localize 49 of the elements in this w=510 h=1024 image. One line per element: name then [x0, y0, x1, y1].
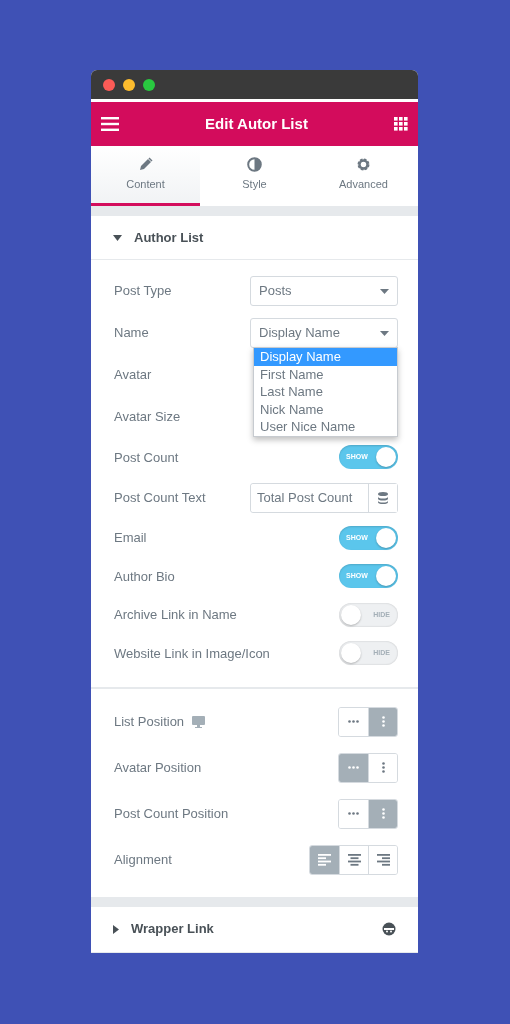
section-title[interactable]: Wrapper Link	[131, 919, 214, 939]
caret-down-icon	[380, 330, 389, 336]
select-field[interactable]: Posts	[250, 276, 398, 306]
caret-down-icon[interactable]	[113, 234, 122, 241]
panel-title: Edit Autor List	[205, 113, 308, 134]
field-label: Post Count Position	[114, 804, 229, 823]
dropdown-option[interactable]: Last Name	[254, 383, 397, 401]
field-label: Avatar Size	[114, 408, 181, 427]
dots-vertical-icon	[381, 762, 385, 773]
database-icon[interactable]	[378, 491, 388, 504]
dots-horizontal-icon	[348, 766, 359, 769]
dots-horizontal-icon	[348, 812, 359, 815]
select-field[interactable]: Display Name	[250, 318, 398, 348]
section-title[interactable]: Author List	[134, 227, 204, 248]
field-label: Archive Link in Name	[114, 606, 237, 624]
field-label: Website Link in Image/Icon	[114, 644, 270, 663]
field-label: Author Bio	[114, 567, 175, 586]
field-label: List Position	[114, 712, 185, 731]
window-control-button[interactable]	[103, 78, 115, 91]
dropdown-option[interactable]: First Name	[254, 365, 397, 383]
contrast-icon	[247, 156, 262, 172]
field-label: Post Count	[114, 448, 179, 467]
choice-button[interactable]	[368, 845, 397, 874]
dropdown-option[interactable]: Nick Name	[254, 400, 397, 418]
dots-vertical-icon	[381, 808, 385, 819]
dropdown-option[interactable]: User Nice Name	[254, 418, 397, 436]
caret-right-icon[interactable]	[113, 924, 119, 934]
field-label: Post Type	[114, 282, 172, 301]
field-label: Post Count Text	[114, 488, 206, 507]
caret-down-icon	[380, 288, 389, 294]
dots-vertical-icon	[381, 716, 385, 727]
text-field[interactable]: Total Post Count	[250, 482, 398, 513]
grid-icon[interactable]	[394, 117, 408, 131]
dropdown-option[interactable]: Display Name	[254, 348, 397, 366]
field-label: Alignment	[114, 850, 172, 869]
align-left-icon	[318, 853, 331, 866]
window-control-button[interactable]	[123, 78, 135, 91]
field-label: Avatar	[114, 366, 152, 385]
field-label: Name	[114, 324, 149, 343]
gear-icon	[356, 156, 371, 172]
menu-icon[interactable]	[101, 117, 119, 131]
dots-horizontal-icon	[348, 720, 359, 723]
window-control-button[interactable]	[143, 78, 155, 91]
align-center-icon	[347, 853, 361, 866]
pencil-icon	[138, 156, 153, 172]
align-right-icon	[376, 853, 390, 866]
field-label: Email	[114, 529, 147, 547]
circle-icon	[382, 922, 396, 936]
field-label: Avatar Position	[114, 758, 202, 777]
